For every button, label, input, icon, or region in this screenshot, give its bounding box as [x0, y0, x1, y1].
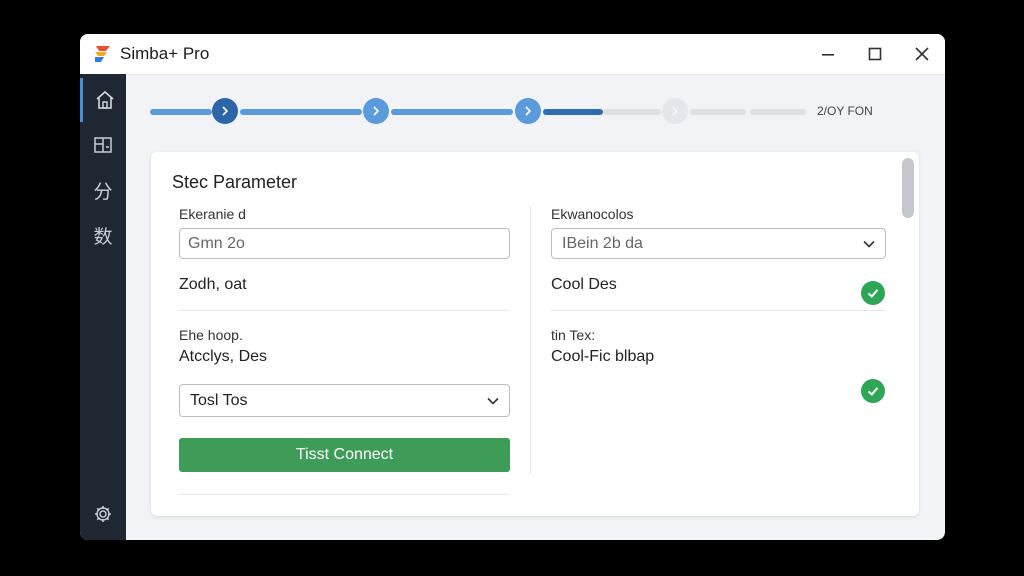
close-button[interactable] [899, 34, 945, 74]
stepper-segment [150, 109, 212, 115]
gear-icon [95, 506, 111, 522]
chevron-right-icon [222, 106, 229, 116]
left-field1-input[interactable] [179, 228, 510, 259]
stepper-segment-pending [750, 109, 806, 115]
left-select-value: Tosl Tos [190, 391, 248, 409]
right-status1-text: Cool Des [551, 276, 617, 293]
minimize-icon [822, 54, 834, 56]
sidebar-item-split[interactable]: 分 [80, 168, 126, 212]
right-field1-label: Ekwanocolos [551, 206, 634, 222]
app-title: Simba+ Pro [120, 44, 210, 63]
divider [551, 310, 886, 311]
home-icon [95, 90, 114, 109]
divider [179, 310, 510, 311]
left-field2-value: Atcclys, Des [179, 348, 268, 365]
panel-title: Stec Parameter [172, 172, 298, 192]
divider [179, 494, 510, 495]
sidebar-item-home[interactable] [80, 78, 126, 122]
progress-stepper [150, 98, 870, 126]
chevron-down-icon [863, 240, 875, 248]
minimize-button[interactable] [805, 34, 851, 74]
check-icon [861, 379, 885, 403]
diagram-icon [94, 137, 112, 153]
left-field1-note: Zodh, oat [179, 276, 247, 293]
right-status2-text: Cool-Fic blbap [551, 348, 655, 365]
app-window: Simba+ Pro 分 数 2/OY FON Stec Parameter E… [80, 34, 945, 540]
sidebar-item-diagram[interactable] [80, 123, 126, 167]
title-bar: Simba+ Pro [80, 34, 945, 75]
chevron-down-icon [487, 397, 499, 405]
column-divider [530, 206, 531, 474]
app-logo-icon [95, 46, 110, 62]
step-node-2[interactable] [363, 98, 389, 124]
sidebar: 分 数 [80, 74, 126, 540]
left-select[interactable]: Tosl Tos [179, 384, 510, 417]
stepper-segment-pending [690, 109, 746, 115]
close-icon [915, 47, 929, 61]
step-node-1[interactable] [212, 98, 238, 124]
right-select[interactable]: IBein 2b da [551, 228, 886, 259]
stepper-segment [240, 109, 362, 115]
stepper-segment-pending [603, 109, 661, 115]
right-select-value: IBein 2b da [562, 234, 643, 252]
maximize-button[interactable] [852, 34, 898, 74]
chevron-right-icon [672, 106, 679, 116]
sidebar-item-data[interactable]: 数 [80, 213, 126, 257]
step-counter-label: 2/OY FON [817, 104, 873, 118]
left-field2-label: Ehe hoop. [179, 327, 243, 343]
stepper-segment-current [543, 109, 603, 115]
step-node-4[interactable] [662, 98, 688, 124]
left-field1-label: Ekeranie d [179, 206, 246, 222]
check-icon [861, 281, 885, 305]
chevron-right-icon [525, 106, 532, 116]
stepper-segment [391, 109, 513, 115]
right-field2-label: tin Tex: [551, 327, 596, 343]
test-connect-button[interactable]: Tisst Connect [179, 438, 510, 472]
scrollbar-thumb[interactable] [902, 158, 914, 218]
maximize-icon [868, 47, 882, 61]
step-node-3[interactable] [515, 98, 541, 124]
sidebar-item-settings[interactable] [80, 492, 126, 536]
chevron-right-icon [373, 106, 380, 116]
